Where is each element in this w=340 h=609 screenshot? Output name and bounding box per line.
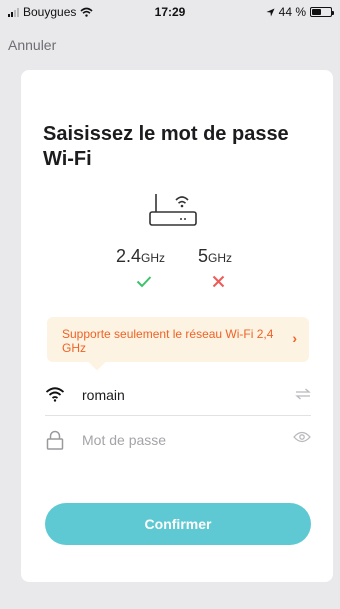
band-notice-text: Supporte seulement le réseau Wi-Fi 2,4 G… (62, 327, 274, 355)
wifi-ssid-value: romain (82, 387, 125, 403)
wifi-ssid-field[interactable]: romain (45, 376, 311, 416)
wifi-icon (45, 387, 65, 402)
eye-icon[interactable] (293, 431, 311, 443)
confirm-button[interactable]: Confirmer (45, 503, 311, 545)
location-arrow-icon (266, 7, 275, 17)
password-input[interactable] (82, 426, 282, 454)
band-notice[interactable]: Supporte seulement le réseau Wi-Fi 2,4 G… (47, 317, 309, 371)
notice-pointer (88, 353, 106, 371)
status-bar: Bouygues 17:29 44 % (0, 0, 340, 22)
cancel-button[interactable]: Annuler (8, 37, 56, 53)
check-icon (136, 276, 152, 288)
lock-icon (46, 430, 64, 450)
battery-icon (310, 7, 334, 17)
switch-network-icon[interactable] (295, 387, 311, 401)
band-5ghz-value: 5 (198, 246, 209, 266)
page-title: Saisissez le mot de passe Wi-Fi (43, 123, 289, 170)
battery-percent: 44 % (278, 5, 306, 19)
chevron-right-icon: › (292, 330, 297, 346)
band-2-4ghz-unit: GHz (141, 251, 166, 265)
wifi-password-card: Saisissez le mot de passe Wi-Fi 2.4GHz 5… (21, 70, 333, 582)
status-right: 44 % (266, 5, 334, 19)
band-2-4ghz-label: 2.4GHz (116, 246, 165, 267)
router-icon (149, 194, 197, 226)
band-5ghz-unit: GHz (208, 251, 233, 265)
battery-fill (312, 9, 321, 15)
band-2-4ghz-value: 2.4 (116, 246, 142, 266)
password-field[interactable] (45, 420, 311, 460)
band-5ghz-label: 5GHz (198, 246, 232, 267)
cross-icon (212, 275, 225, 288)
